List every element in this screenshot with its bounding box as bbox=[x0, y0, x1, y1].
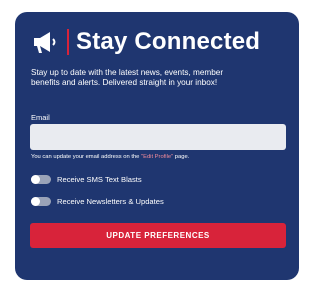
toggle-knob bbox=[31, 175, 40, 184]
sms-toggle[interactable] bbox=[31, 175, 51, 184]
header-divider bbox=[67, 29, 69, 55]
card-description: Stay up to date with the latest news, ev… bbox=[31, 68, 224, 87]
update-preferences-button[interactable]: UPDATE PREFERENCES bbox=[30, 223, 286, 248]
email-label: Email bbox=[31, 113, 50, 122]
newsletter-toggle-label: Receive Newsletters & Updates bbox=[57, 197, 164, 206]
newsletter-toggle[interactable] bbox=[31, 197, 51, 206]
edit-profile-note: You can update your email address on the… bbox=[31, 154, 189, 160]
newsletter-toggle-row[interactable]: Receive Newsletters & Updates bbox=[31, 197, 164, 206]
toggle-knob bbox=[31, 197, 40, 206]
edit-profile-link[interactable]: "Edit Profile" bbox=[141, 154, 173, 160]
sms-toggle-row[interactable]: Receive SMS Text Blasts bbox=[31, 175, 142, 184]
email-field[interactable] bbox=[30, 124, 286, 150]
note-prefix: You can update your email address on the bbox=[31, 154, 142, 160]
note-suffix: page. bbox=[173, 154, 190, 160]
card-header: Stay Connected bbox=[31, 28, 260, 56]
megaphone-icon bbox=[31, 28, 61, 56]
stay-connected-card: Stay Connected Stay up to date with the … bbox=[15, 12, 299, 280]
sms-toggle-label: Receive SMS Text Blasts bbox=[57, 175, 142, 184]
card-title: Stay Connected bbox=[76, 28, 261, 55]
